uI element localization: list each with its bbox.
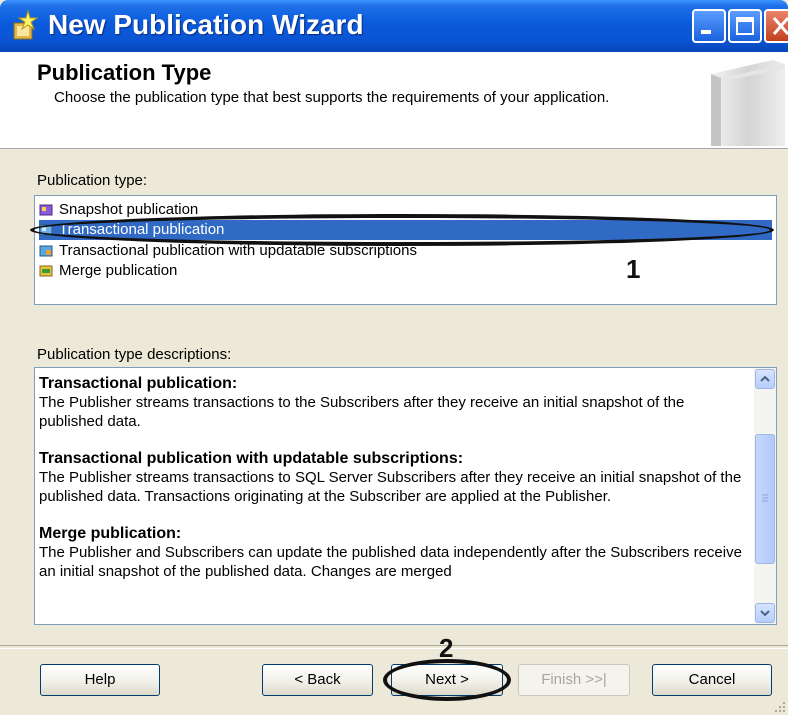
descriptions-scrollbar[interactable] <box>754 368 776 624</box>
annotation-ellipse-2 <box>383 659 511 701</box>
grip-lines-icon <box>762 494 768 502</box>
description-heading: Transactional publication: <box>39 375 238 392</box>
back-button[interactable]: < Back <box>262 664 373 696</box>
footer-divider <box>0 645 788 649</box>
description-heading: Merge publication: <box>39 525 182 542</box>
page-subtitle: Choose the publication type that best su… <box>54 89 610 106</box>
maximize-icon <box>736 17 754 35</box>
finish-button: Finish >>| <box>518 664 630 696</box>
window-title: New Publication Wizard <box>48 9 364 40</box>
description-text: The Publisher streams transactions to th… <box>39 394 685 430</box>
list-item-label: Merge publication <box>59 262 178 279</box>
publication-type-descriptions[interactable]: Transactional publication: The Publisher… <box>34 367 777 625</box>
scroll-down-button[interactable] <box>755 603 775 623</box>
snapshot-publication-icon <box>39 204 53 216</box>
description-text: The Publisher and Subscribers can update… <box>39 544 742 580</box>
maximize-button[interactable] <box>728 9 762 43</box>
cancel-button[interactable]: Cancel <box>652 664 772 696</box>
annotation-ellipse-1 <box>30 214 774 246</box>
wizard-app-icon <box>13 9 39 40</box>
description-heading: Transactional publication with updatable… <box>39 450 464 467</box>
help-button[interactable]: Help <box>40 664 160 696</box>
chevron-down-icon <box>760 610 770 617</box>
description-text: The Publisher streams transactions to SQ… <box>39 469 742 505</box>
annotation-marker-1: 1 <box>626 254 641 284</box>
scroll-thumb[interactable] <box>755 434 775 564</box>
close-icon <box>772 17 788 35</box>
publication-type-label: Publication type: <box>37 172 148 189</box>
merge-publication-icon <box>39 265 53 277</box>
title-bar[interactable]: New Publication Wizard <box>0 0 788 52</box>
chevron-up-icon <box>760 375 770 382</box>
scroll-up-button[interactable] <box>755 369 775 389</box>
page-title: Publication Type <box>37 60 212 85</box>
minimize-button[interactable] <box>692 9 726 43</box>
publication-type-list[interactable]: Snapshot publication Transactional publi… <box>34 195 777 305</box>
descriptions-label: Publication type descriptions: <box>37 346 232 363</box>
descriptions-content: Transactional publication: The Publisher… <box>39 374 749 599</box>
wizard-window: New Publication Wizard Publication Type … <box>0 0 788 715</box>
close-button[interactable] <box>764 9 788 43</box>
minimize-icon <box>701 30 711 34</box>
wizard-header: Publication Type Choose the publication … <box>0 52 788 149</box>
resize-grip-icon[interactable] <box>774 701 786 713</box>
book-graphic-icon <box>711 60 785 146</box>
updatable-publication-icon <box>39 245 53 257</box>
list-item-merge-publication[interactable]: Merge publication <box>39 261 772 281</box>
